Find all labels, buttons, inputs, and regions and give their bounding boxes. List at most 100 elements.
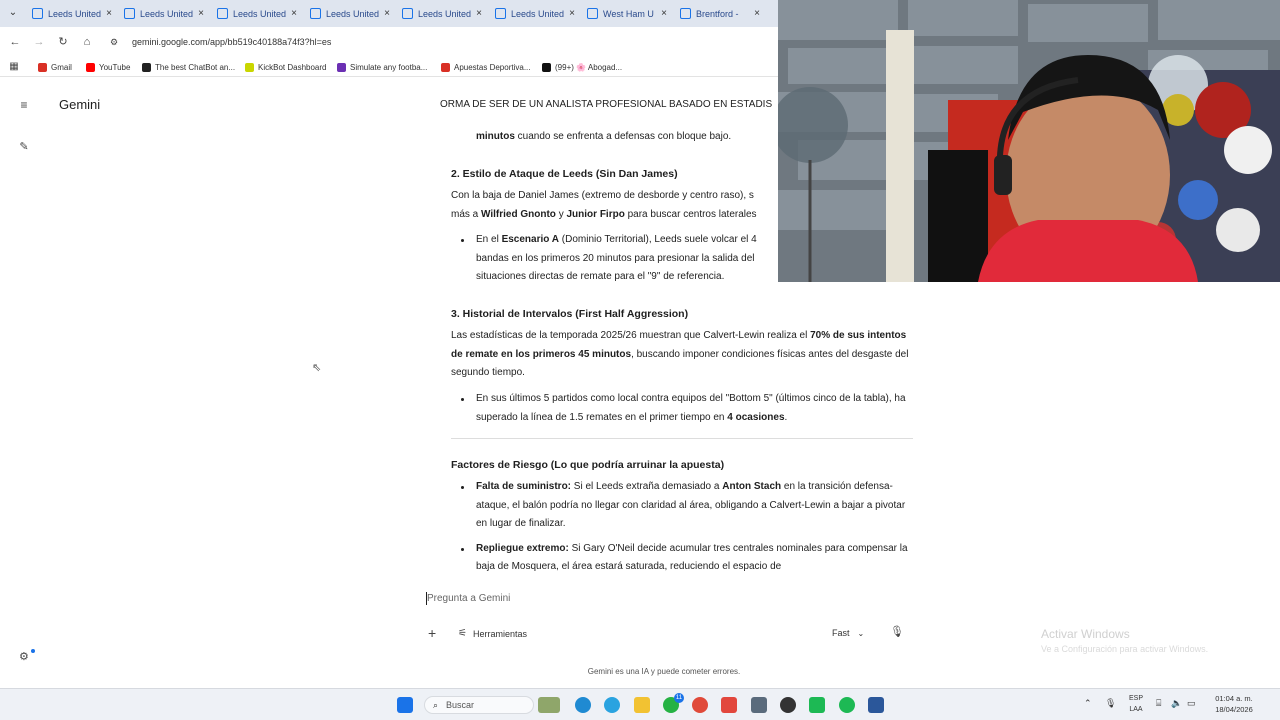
browser-tab[interactable]: Leeds United × [491,4,581,23]
tab-label: Leeds United [511,8,565,19]
tab-label: Leeds United [233,8,287,19]
close-icon[interactable]: × [752,8,762,19]
bookmark-chatbot[interactable]: The best ChatBot an... [142,60,235,74]
prompt-box[interactable]: Pregunta a Gemini + ⚟ Herramientas Fast … [418,585,913,655]
tab-label: Brentford - [696,8,739,19]
network-icon[interactable]: ⌸ [1156,698,1161,709]
typora-icon[interactable] [721,697,737,713]
lang-code: ESP [1128,695,1143,702]
disclaimer-text: Gemini es una IA y puede cometer errores… [587,667,741,676]
apps-grid-icon[interactable]: ▦ [8,61,20,73]
windows-start-icon[interactable] [397,697,413,713]
obs-icon[interactable] [780,697,796,713]
site-settings-icon[interactable]: ⚙ [110,37,124,48]
bookmark-tiktok[interactable]: (99+) 🌸 Abogad... [542,60,622,74]
close-icon[interactable]: × [659,8,669,19]
text: En el [476,234,502,245]
browser-tab[interactable]: Brentford - × [676,4,766,23]
calculator-icon[interactable] [751,697,767,713]
gmail-icon [38,62,47,72]
url-text[interactable]: gemini.google.com/app/bb519c40188a74f3?h… [132,37,331,47]
battery-icon[interactable]: ▭ [1187,698,1196,709]
tools-label: Herramientas [472,628,527,639]
google-sheets-icon [310,8,321,19]
browser-tab[interactable]: Leeds United × [306,4,396,23]
close-icon[interactable]: × [567,8,577,19]
google-sheets-icon [495,8,506,19]
model-mode-selector[interactable]: Fast ⌄ [832,628,864,638]
bookmark-label: KickBot Dashboard [258,62,327,72]
openai-icon [142,62,151,72]
bookmark-label: (99+) 🌸 Abogad... [555,62,623,72]
tab-label: Leeds United [326,8,380,19]
text: para buscar centros laterales [624,208,757,220]
settings-gear-icon[interactable]: ⚙ [19,650,29,663]
text: situaciones directas de remate para el "… [476,271,725,283]
close-icon[interactable]: × [289,8,299,19]
widgets-icon[interactable] [538,697,560,713]
google-sheets-icon [587,8,598,19]
bookmark-youtube[interactable]: YouTube [86,60,130,74]
forward-arrow-icon[interactable]: → [32,35,46,49]
bookmark-kickbot[interactable]: KickBot Dashboard [245,60,326,74]
apuestas-icon [441,62,450,72]
bold-text: 4 ocasiones [727,411,785,423]
bookmark-label: Simulate any footba... [350,62,428,72]
text: más a [451,208,482,220]
close-icon[interactable]: × [104,8,114,19]
bold-text: Repliegue extremo: [476,542,569,554]
browser-tab[interactable]: Leeds United × [398,4,488,23]
text: bandas en los primeros 20 minutos para p… [476,252,755,264]
language-indicator[interactable]: ESP LAA [1126,693,1146,715]
file-explorer-icon[interactable] [634,697,650,713]
webcam-feed-image [778,0,1280,282]
browser-tab[interactable]: Leeds United × [120,4,210,23]
tab-label: Leeds United [140,8,194,19]
home-icon[interactable]: ⌂ [80,35,94,49]
lang-layout: LAA [1129,706,1143,713]
media-app-icon[interactable] [809,697,825,713]
close-icon[interactable]: × [382,8,392,19]
browser-tab[interactable]: Leeds United × [28,4,118,23]
close-icon[interactable]: × [474,8,484,19]
browser-tab[interactable]: Leeds United × [213,4,303,23]
list-item: En sus últimos 5 partidos como local con… [451,390,913,427]
microphone-tray-icon[interactable]: 🎙 [1105,698,1116,709]
bold-text: Wilfried Gnonto [481,208,556,220]
tab-label: Leeds United [48,8,102,19]
add-icon[interactable]: + [428,625,436,641]
spotify-icon[interactable] [839,697,855,713]
bookmark-simulate[interactable]: Simulate any footba... [337,60,427,74]
address-bar[interactable]: ⚙ gemini.google.com/app/bb519c40188a74f3… [104,31,774,53]
word-icon[interactable] [868,697,884,713]
microphone-icon[interactable]: 🎙 [890,625,904,638]
notification-dot [31,649,35,653]
google-sheets-icon [402,8,413,19]
chevron-up-icon[interactable]: ⌃ [1084,698,1092,709]
menu-icon[interactable]: ≡ [17,98,31,112]
bookmark-label: The best ChatBot an... [155,62,236,72]
windows-taskbar: ⌕ Buscar 11 ⌃ 🎙 ESP LAA ⌸ 🔈 ▭ 01:04 a. m… [0,688,1280,720]
edge-icon[interactable] [575,697,591,713]
taskbar-search[interactable]: ⌕ Buscar [424,696,534,714]
browser-tab[interactable]: West Ham U × [583,4,673,23]
back-arrow-icon[interactable]: ← [8,35,22,49]
bookmark-apuestas[interactable]: Apuestas Deportiva... [441,60,530,74]
volume-icon[interactable]: 🔈 [1171,698,1182,709]
close-icon[interactable]: × [196,8,206,19]
text: (Dominio Territorial), Leeds suele volca… [559,234,757,245]
clock-time: 01:04 a. m. [1215,694,1253,703]
bookmark-gmail[interactable]: Gmail [38,60,72,74]
chrome-icon[interactable] [692,697,708,713]
tab-search-chevron-icon[interactable]: ⌄ [6,6,20,20]
text: . [784,411,788,423]
system-clock[interactable]: 01:04 a. m. 18/04/2026 [1204,693,1264,715]
response-paragraph: Las estadísticas de la temporada 2025/26… [451,327,913,383]
webcam-overlay [778,0,1280,282]
prompt-input[interactable]: Pregunta a Gemini [427,593,510,604]
section-heading: Factores de Riesgo (Lo que podría arruin… [451,459,725,471]
tools-button[interactable]: ⚟ Herramientas [458,628,527,639]
telegram-icon[interactable] [604,697,620,713]
new-chat-icon[interactable]: ✎ [17,140,31,154]
reload-icon[interactable]: ↻ [56,35,70,49]
